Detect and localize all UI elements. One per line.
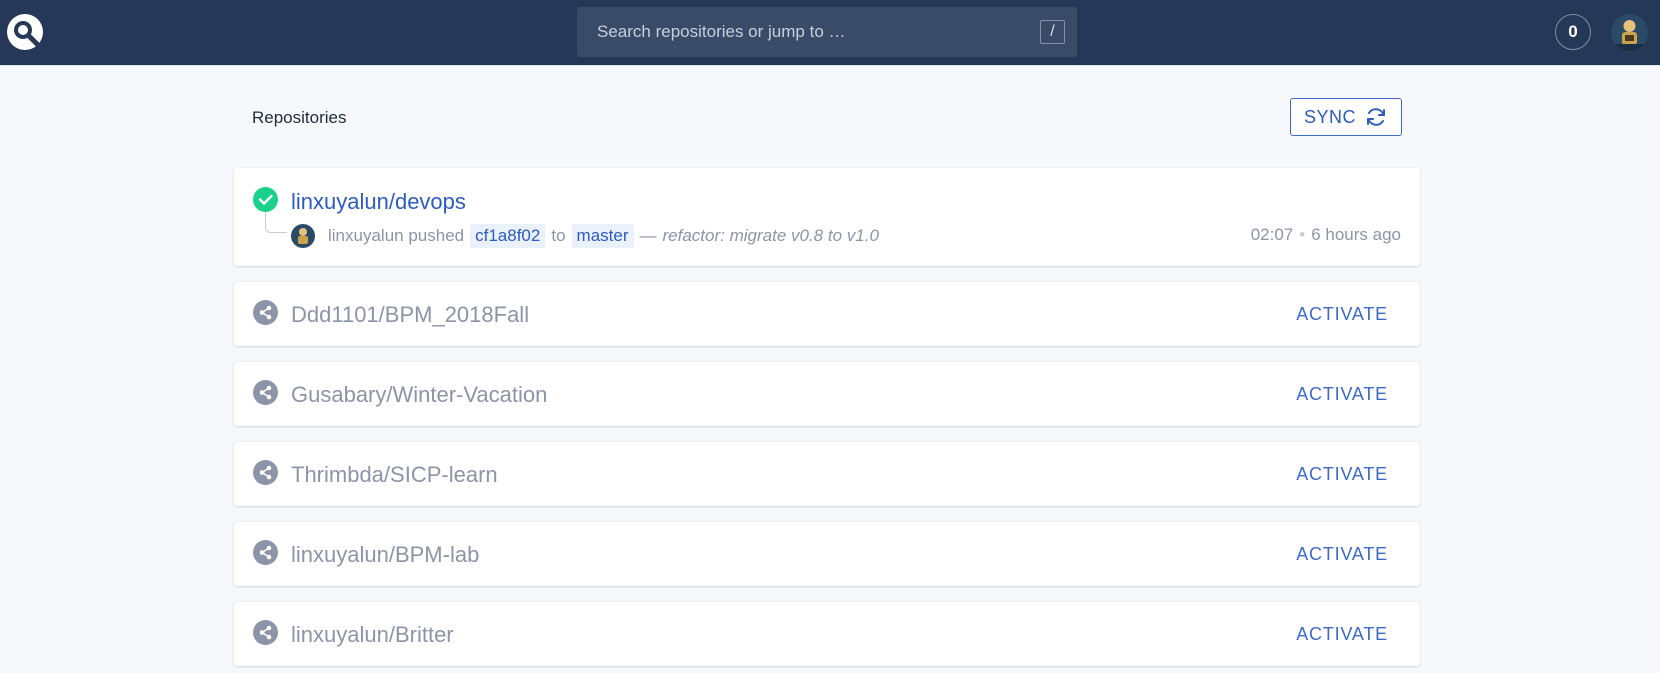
search-shortcut-key: / — [1040, 20, 1065, 44]
commit-connector-line — [265, 212, 287, 233]
commit-sha-tag[interactable]: cf1a8f02 — [470, 224, 546, 248]
share-icon — [253, 380, 278, 405]
activate-button[interactable]: ACTIVATE — [1296, 464, 1388, 485]
commit-author: linxuyalun — [328, 226, 404, 245]
repo-card[interactable]: Thrimbda/SICP-learn ACTIVATE — [234, 442, 1420, 506]
sync-button[interactable]: SYNC — [1290, 98, 1402, 136]
check-circle-icon — [253, 187, 278, 212]
user-avatar[interactable] — [1611, 14, 1648, 51]
repo-name: Gusabary/Winter-Vacation — [291, 382, 548, 407]
activate-button[interactable]: ACTIVATE — [1296, 384, 1388, 405]
drone-logo-icon[interactable] — [5, 12, 45, 52]
share-icon — [253, 540, 278, 565]
notifications-count-badge[interactable]: 0 — [1555, 14, 1591, 50]
repo-name-link[interactable]: linxuyalun/devops — [291, 189, 466, 215]
repo-name: Ddd1101/BPM_2018Fall — [291, 302, 530, 327]
top-navigation-bar: Search repositories or jump to … / 0 — [0, 0, 1660, 66]
sync-button-label: SYNC — [1304, 106, 1357, 127]
commit-time: 02:07 • 6 hours ago — [1251, 225, 1401, 245]
repo-name: linxuyalun/Britter — [291, 622, 454, 647]
search-placeholder: Search repositories or jump to … — [597, 22, 846, 41]
commit-time-clock: 02:07 — [1250, 225, 1294, 244]
repo-card[interactable]: Gusabary/Winter-Vacation ACTIVATE — [234, 362, 1420, 426]
activate-button[interactable]: ACTIVATE — [1296, 544, 1388, 565]
search-input[interactable]: Search repositories or jump to … / — [577, 7, 1077, 57]
commit-author-avatar — [291, 224, 315, 248]
commit-dash: — — [639, 226, 657, 245]
commit-summary: linxuyalun pushed cf1a8f02 to master — r… — [291, 223, 879, 249]
repo-card[interactable]: Ddd1101/BPM_2018Fall ACTIVATE — [234, 282, 1420, 346]
activate-button[interactable]: ACTIVATE — [1296, 304, 1388, 325]
activate-button[interactable]: ACTIVATE — [1296, 624, 1388, 645]
share-icon — [253, 300, 278, 325]
page-title: Repositories — [252, 108, 347, 127]
commit-to-text: to — [551, 226, 566, 245]
commit-action: pushed — [408, 226, 465, 245]
commit-branch-tag[interactable]: master — [571, 224, 634, 248]
repo-card[interactable]: linxuyalun/Britter ACTIVATE — [234, 602, 1420, 666]
repo-card-active[interactable]: linxuyalun/devops linxuyalun pushed cf1a… — [234, 168, 1420, 266]
repo-card[interactable]: linxuyalun/BPM-lab ACTIVATE — [234, 522, 1420, 586]
share-icon — [253, 460, 278, 485]
commit-time-ago: 6 hours ago — [1311, 225, 1401, 244]
repo-name: Thrimbda/SICP-learn — [291, 462, 498, 487]
repo-name: linxuyalun/BPM-lab — [291, 542, 480, 567]
share-icon — [253, 620, 278, 645]
commit-time-separator: • — [1299, 225, 1306, 244]
commit-message: refactor: migrate v0.8 to v1.0 — [662, 226, 879, 245]
refresh-icon — [1367, 108, 1386, 126]
